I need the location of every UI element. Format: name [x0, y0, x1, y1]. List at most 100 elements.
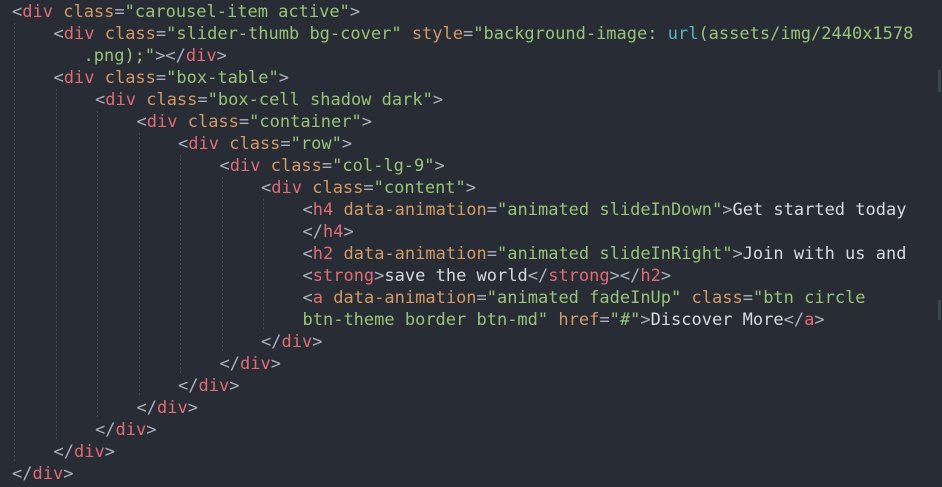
code-token: .png);"	[83, 46, 156, 66]
code-token: Get started today	[732, 200, 907, 220]
code-token: div	[156, 398, 188, 418]
code-token: >	[187, 398, 198, 418]
code-line[interactable]: </div>	[137, 397, 198, 419]
code-token: "col-lg-9"	[332, 156, 435, 176]
indent-guide	[55, 89, 57, 441]
code-token: =	[742, 288, 753, 308]
code-token: "row"	[290, 134, 342, 154]
code-token: </	[219, 354, 240, 374]
code-line[interactable]: <div class="row">	[178, 133, 352, 155]
code-line[interactable]: </div>	[12, 463, 73, 485]
code-token: save the world	[384, 266, 528, 286]
code-token: <	[53, 24, 64, 44]
indent-guide	[263, 199, 264, 331]
indent-guide	[180, 155, 181, 375]
code-line[interactable]: </h4>	[303, 221, 354, 243]
code-token: >	[732, 244, 743, 264]
code-line[interactable]: .png);"></div>	[84, 45, 227, 67]
code-token: Discover More	[650, 310, 784, 330]
code-token: "#"	[609, 310, 641, 330]
code-line[interactable]: <div class="carousel-item active">	[12, 1, 360, 23]
indent-guide	[14, 23, 15, 463]
code-line[interactable]: <a data-animation="animated fadeInUp" cl…	[303, 287, 866, 309]
code-token: div	[115, 420, 147, 440]
code-line[interactable]: </div>	[95, 419, 156, 441]
code-token: =	[114, 2, 125, 22]
code-line[interactable]: <div class="box-table">	[54, 67, 290, 89]
code-token: >	[341, 134, 353, 154]
code-token: >	[722, 200, 733, 220]
code-token: =	[280, 134, 291, 154]
code-token: "content"	[373, 178, 466, 198]
code-line[interactable]: <div class="container">	[137, 111, 373, 133]
code-token: =	[476, 288, 487, 308]
code-token: h4	[322, 222, 344, 242]
code-token: =	[155, 24, 167, 44]
code-token: ></	[609, 266, 641, 286]
code-token: div	[22, 2, 53, 22]
code-token: <	[302, 200, 313, 220]
code-token: <	[178, 134, 189, 154]
code-token: data-animation	[343, 200, 487, 220]
code-token: "carousel-item active"	[124, 2, 350, 22]
code-token: >	[229, 376, 240, 396]
code-line[interactable]: </div>	[178, 375, 239, 397]
code-token: </	[95, 420, 116, 440]
code-token: </	[783, 310, 805, 330]
code-token: >	[343, 222, 354, 242]
code-token: >	[349, 2, 361, 22]
code-token: div	[271, 178, 302, 198]
code-token: <	[302, 266, 313, 286]
code-line[interactable]: <div class="slider-thumb bg-cover" style…	[54, 23, 914, 45]
code-token: a	[312, 288, 323, 308]
code-line[interactable]: <h2 data-animation="animated slideInRigh…	[303, 243, 907, 265]
code-token: >	[640, 310, 651, 330]
code-token: class	[146, 90, 198, 110]
code-line[interactable]: </div>	[220, 353, 281, 375]
code-token: </	[302, 222, 323, 242]
code-token: <	[219, 156, 230, 176]
code-token: >	[814, 310, 825, 330]
code-line[interactable]: btn-theme border btn-md" href="#">Discov…	[303, 309, 825, 331]
code-token: div	[63, 24, 95, 44]
code-token: >	[374, 266, 385, 286]
code-token: >	[216, 46, 227, 66]
code-token: <	[53, 68, 64, 88]
code-line[interactable]: <strong>save the world</strong></h2>	[303, 265, 672, 287]
code-token: <	[136, 112, 147, 132]
code-token: >	[63, 464, 74, 484]
code-token: div	[198, 376, 230, 396]
code-token: =	[486, 244, 498, 264]
code-token: div	[239, 354, 271, 374]
code-token: >	[465, 178, 477, 198]
code-token: >	[104, 442, 115, 462]
code-line[interactable]: <div class="box-cell shadow dark">	[95, 89, 443, 111]
code-token: data-animation	[333, 288, 477, 308]
code-line[interactable]: <h4 data-animation="animated slideInDown…	[303, 199, 907, 221]
indent-guide	[97, 111, 98, 419]
code-token: "slider-thumb bg-cover"	[166, 24, 402, 44]
code-token: (assets/img/2440x1578	[698, 24, 914, 44]
code-token: =	[197, 90, 208, 110]
code-token: =	[238, 112, 250, 132]
code-line[interactable]: <div class="col-lg-9">	[220, 155, 445, 177]
code-editor[interactable]: <div class="carousel-item active"> <div c…	[0, 0, 942, 487]
scroll-marker-bottom	[938, 300, 941, 320]
code-line[interactable]: </div>	[54, 441, 115, 463]
code-token: =	[486, 200, 498, 220]
code-token: >	[660, 266, 672, 286]
code-token: <	[95, 90, 106, 110]
code-token: class	[104, 24, 156, 44]
code-token: data-animation	[343, 244, 487, 264]
code-line[interactable]: </div>	[261, 331, 322, 353]
code-token: >	[278, 68, 289, 88]
code-line[interactable]: <div class="content">	[261, 177, 476, 199]
code-token: url	[667, 24, 699, 44]
